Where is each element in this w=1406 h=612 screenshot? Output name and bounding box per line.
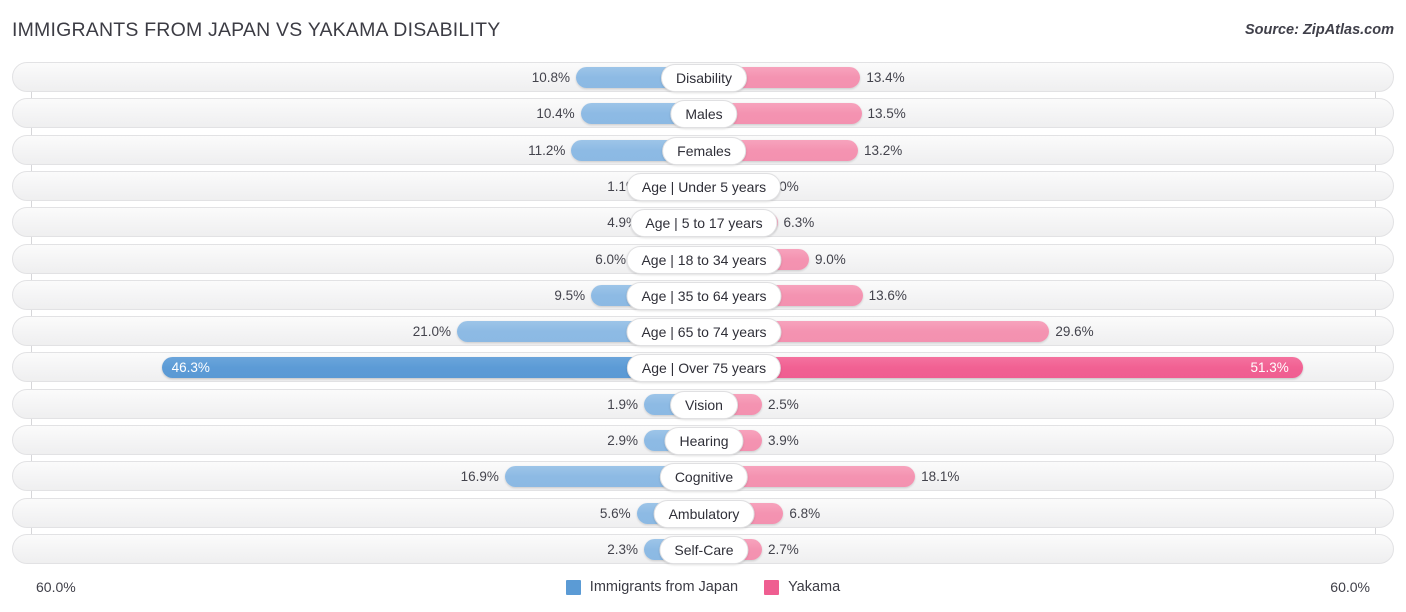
value-label-right: 2.7% <box>768 541 799 557</box>
chart-row: 16.9% 18.1% Cognitive <box>12 461 1394 492</box>
chart-row: 21.0% 29.6% Age | 65 to 74 years <box>12 316 1394 347</box>
chart-row: 11.2% 13.2% Females <box>12 134 1394 165</box>
category-label: Males <box>670 100 738 129</box>
category-label: Self-Care <box>659 535 749 564</box>
legend-swatch-icon <box>764 579 780 595</box>
category-label: Vision <box>670 390 738 419</box>
category-label: Females <box>662 136 746 165</box>
value-label-left: 16.9% <box>460 469 499 485</box>
source-attribution: Source: ZipAtlas.com <box>1244 22 1394 38</box>
category-label: Age | 18 to 34 years <box>626 245 782 274</box>
value-label-left: 10.8% <box>531 70 570 85</box>
category-label: Hearing <box>664 427 744 455</box>
category-label: Age | 35 to 64 years <box>626 281 782 310</box>
bar-left <box>161 357 702 379</box>
value-label-right: 9.0% <box>815 251 846 267</box>
chart-row: 5.6% 6.8% Ambulatory <box>12 497 1394 528</box>
chart-footer: 60.0% 60.0% Immigrants from Japan Yakama <box>0 572 1406 612</box>
value-label-left: 2.3% <box>607 541 638 557</box>
value-label-left: 5.6% <box>599 505 631 521</box>
value-label-left: 2.9% <box>607 433 638 448</box>
category-label: Cognitive <box>659 463 749 492</box>
legend-item[interactable]: Yakama <box>764 579 840 595</box>
chart-plot-area: 10.8% 13.4% Disability 10.4% 13.5% Males 11.2%… <box>0 62 1406 570</box>
chart-header: IMMIGRANTS FROM JAPAN VS YAKAMA DISABILI… <box>0 0 1406 58</box>
legend-swatch-icon <box>565 579 581 595</box>
value-label-right: 6.8% <box>789 505 821 521</box>
category-label: Age | 5 to 17 years <box>630 209 778 238</box>
chart-row: 10.8% 13.4% Disability <box>12 62 1394 92</box>
category-label: Age | Under 5 years <box>626 172 782 201</box>
chart-row: 1.9% 2.5% Vision <box>12 388 1394 419</box>
value-label-left: 6.0% <box>595 251 626 267</box>
category-label: Ambulatory <box>653 499 755 528</box>
chart-row: 2.9% 3.9% Hearing <box>12 425 1394 455</box>
value-label-right: 13.6% <box>868 287 907 303</box>
value-label-right: 51.3% <box>1250 360 1289 376</box>
value-label-right: 29.6% <box>1055 324 1094 340</box>
chart-row: 1.1% 1.0% Age | Under 5 years <box>12 170 1394 201</box>
chart-row: 6.0% 9.0% Age | 18 to 34 years <box>12 243 1394 274</box>
value-label-right: 13.4% <box>866 70 905 85</box>
legend-item[interactable]: Immigrants from Japan <box>565 579 739 595</box>
category-label: Age | Over 75 years <box>626 354 782 383</box>
chart-row: 10.4% 13.5% Males <box>12 98 1394 129</box>
category-label: Disability <box>660 64 748 92</box>
value-label-right: 6.3% <box>783 215 815 231</box>
value-label-right: 13.5% <box>867 106 906 122</box>
value-label-left: 46.3% <box>171 360 210 376</box>
value-label-right: 3.9% <box>768 433 799 448</box>
chart-row: 4.9% 6.3% Age | 5 to 17 years <box>12 207 1394 238</box>
legend-label: Yakama <box>788 579 841 595</box>
chart-legend: Immigrants from Japan Yakama <box>0 579 1406 595</box>
value-label-left: 1.9% <box>607 396 638 412</box>
value-label-left: 21.0% <box>412 324 451 340</box>
chart-row: 46.3% 51.3% Age | Over 75 years <box>12 352 1394 383</box>
value-label-left: 9.5% <box>554 287 586 303</box>
legend-label: Immigrants from Japan <box>589 579 739 595</box>
value-label-right: 18.1% <box>921 469 960 485</box>
value-label-right: 13.2% <box>864 142 903 158</box>
bar-right <box>704 357 1303 379</box>
chart-row: 2.3% 2.7% Self-Care <box>12 533 1394 564</box>
page-title: IMMIGRANTS FROM JAPAN VS YAKAMA DISABILI… <box>12 19 501 41</box>
value-label-right: 2.5% <box>768 396 799 412</box>
category-label: Age | 65 to 74 years <box>626 318 782 347</box>
value-label-left: 10.4% <box>536 106 575 122</box>
chart-row: 9.5% 13.6% Age | 35 to 64 years <box>12 279 1394 310</box>
value-label-left: 11.2% <box>528 142 566 158</box>
